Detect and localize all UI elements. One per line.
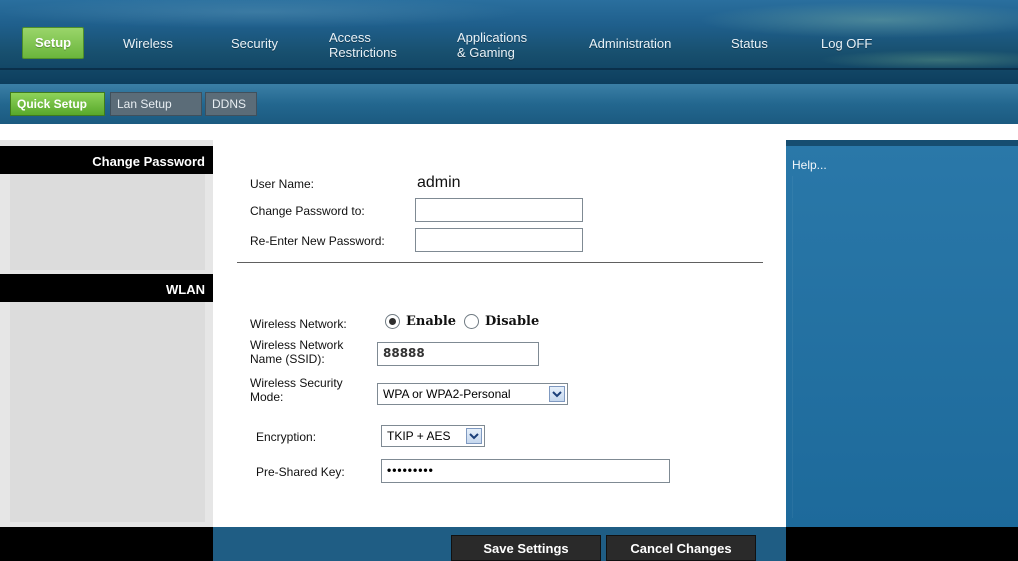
reenter-password-label: Re-Enter New Password: xyxy=(250,234,385,248)
menu-access-restrictions[interactable]: Access Restrictions xyxy=(329,30,397,60)
encryption-value: TKIP + AES xyxy=(387,429,451,443)
action-bar: Save Settings Cancel Changes xyxy=(213,527,786,561)
left-column: Change Password WLAN xyxy=(0,140,213,561)
menu-status[interactable]: Status xyxy=(731,36,768,52)
new-password-field[interactable] xyxy=(415,198,583,222)
menu-wireless[interactable]: Wireless xyxy=(123,36,173,52)
help-column: Help... xyxy=(786,140,1018,527)
chevron-down-icon[interactable] xyxy=(549,386,565,402)
settings-form: User Name: admin Change Password to: Re-… xyxy=(213,140,786,527)
enable-label: Enable xyxy=(406,314,457,329)
ssid-label-line1: Wireless Network xyxy=(250,338,344,352)
disable-radio[interactable] xyxy=(464,314,479,329)
change-password-heading: Change Password xyxy=(0,146,213,174)
menu-apps-line2: & Gaming xyxy=(457,45,515,60)
menu-applications-gaming[interactable]: Applications & Gaming xyxy=(457,30,527,60)
username-label: User Name: xyxy=(250,177,315,191)
menu-administration[interactable]: Administration xyxy=(589,36,671,52)
save-settings-button[interactable]: Save Settings xyxy=(451,535,601,561)
help-top-border xyxy=(786,140,1018,146)
psk-label: Pre-Shared Key: xyxy=(256,465,345,479)
username-value: admin xyxy=(417,174,461,191)
menu-security[interactable]: Security xyxy=(231,36,278,52)
nav-divider xyxy=(0,68,1018,70)
cancel-changes-button[interactable]: Cancel Changes xyxy=(606,535,756,561)
disable-label: Disable xyxy=(485,314,540,329)
tab-quick-setup[interactable]: Quick Setup xyxy=(10,92,105,116)
encryption-select[interactable]: TKIP + AES xyxy=(381,425,485,447)
spacer-band xyxy=(0,124,1018,140)
tab-ddns[interactable]: DDNS xyxy=(205,92,257,116)
reenter-password-field[interactable] xyxy=(415,228,583,252)
wlan-panel xyxy=(10,302,205,522)
section-divider xyxy=(237,262,763,263)
tab-lan-setup[interactable]: Lan Setup xyxy=(110,92,202,116)
top-navigation: Setup Wireless Security Access Restricti… xyxy=(0,0,1018,84)
change-password-panel xyxy=(10,174,205,270)
security-mode-select[interactable]: WPA or WPA2-Personal xyxy=(377,383,568,405)
enable-radio[interactable] xyxy=(385,314,400,329)
security-label-line1: Wireless Security xyxy=(250,376,343,390)
sub-tab-bar: Quick Setup Lan Setup DDNS xyxy=(0,84,1018,124)
ssid-input[interactable]: 88888 xyxy=(377,342,539,366)
help-content xyxy=(792,176,1012,518)
chevron-down-icon[interactable] xyxy=(466,428,482,444)
wireless-network-label: Wireless Network: xyxy=(250,317,347,331)
menu-access-line1: Access xyxy=(329,30,371,45)
change-password-label: Change Password to: xyxy=(250,204,365,218)
menu-apps-line1: Applications xyxy=(457,30,528,45)
security-label-line2: Mode: xyxy=(250,390,284,404)
wlan-heading: WLAN xyxy=(0,274,213,302)
help-bottom-bar xyxy=(786,527,1018,561)
encryption-label: Encryption: xyxy=(256,430,317,444)
security-mode-value: WPA or WPA2-Personal xyxy=(383,387,511,401)
ssid-label-line2: Name (SSID): xyxy=(250,352,325,366)
psk-input[interactable]: ••••••••• xyxy=(381,459,670,483)
ssid-label: Wireless Network Name (SSID): xyxy=(250,338,343,366)
menu-access-line2: Restrictions xyxy=(329,45,397,60)
menu-setup[interactable]: Setup xyxy=(22,27,85,59)
help-link[interactable]: Help... xyxy=(792,158,827,172)
menu-log-off[interactable]: Log OFF xyxy=(821,36,872,52)
security-mode-label: Wireless Security Mode: xyxy=(250,376,343,404)
left-bottom-bar xyxy=(0,527,213,561)
